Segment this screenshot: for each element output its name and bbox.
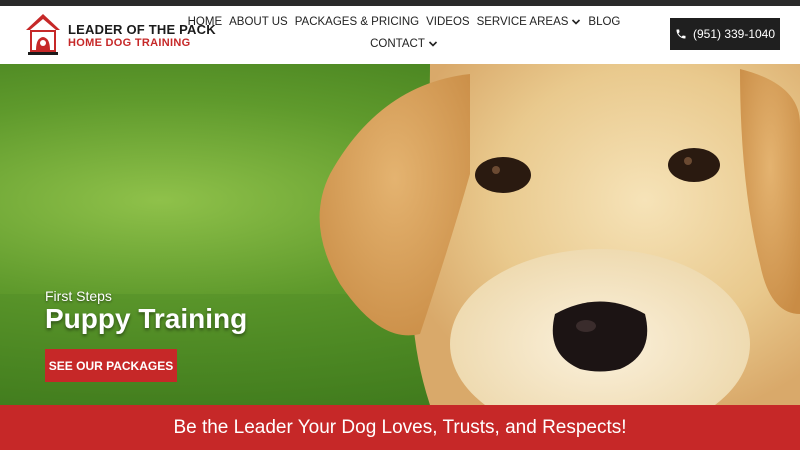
phone-icon xyxy=(676,29,686,39)
nav-blog[interactable]: BLOG xyxy=(588,16,620,28)
tagline-banner: Be the Leader Your Dog Loves, Trusts, an… xyxy=(0,405,800,450)
hero-pretitle: First Steps xyxy=(45,288,112,304)
site-logo[interactable]: LEADER OF THE PACK HOME DOG TRAINING xyxy=(24,10,216,60)
nav-videos[interactable]: VIDEOS xyxy=(426,16,469,28)
hero-section: First Steps Puppy Training SEE OUR PACKA… xyxy=(0,64,800,405)
main-nav: HOME ABOUT US PACKAGES & PRICING VIDEOS … xyxy=(188,6,621,64)
nav-home[interactable]: HOME xyxy=(188,16,223,28)
chevron-down-icon xyxy=(572,19,581,25)
nav-packages-pricing[interactable]: PACKAGES & PRICING xyxy=(295,16,419,28)
hero-title: Puppy Training xyxy=(45,303,248,334)
nav-about-us[interactable]: ABOUT US xyxy=(229,16,288,28)
nav-service-areas[interactable]: SERVICE AREAS xyxy=(477,16,582,28)
chevron-down-icon xyxy=(428,41,437,47)
doghouse-logo-icon xyxy=(26,14,60,55)
see-packages-button[interactable]: SEE OUR PACKAGES xyxy=(45,349,177,382)
phone-number: (951) 339-1040 xyxy=(692,27,776,41)
phone-button[interactable]: (951) 339-1040 xyxy=(670,18,780,50)
brand-subtitle: HOME DOG TRAINING xyxy=(68,37,191,49)
nav-contact[interactable]: CONTACT xyxy=(370,38,438,50)
tagline-text: Be the Leader Your Dog Loves, Trusts, an… xyxy=(173,416,627,438)
site-header: LEADER OF THE PACK HOME DOG TRAINING HOM… xyxy=(0,6,800,64)
